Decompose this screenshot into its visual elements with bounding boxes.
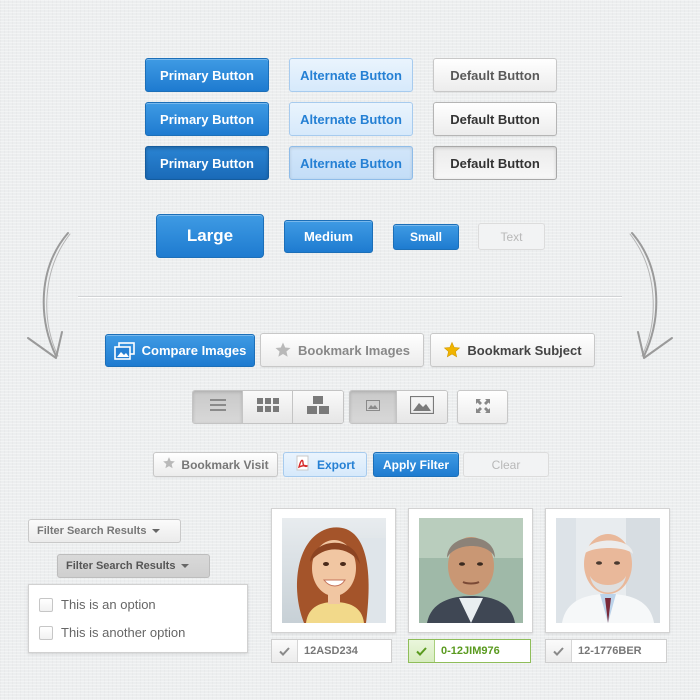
subject-photo-card[interactable] [408,508,533,633]
subject-photo [419,518,523,623]
checkbox[interactable] [39,625,53,640]
default-button[interactable]: Default Button [433,58,557,92]
filter-options-panel: This is an option This is another option [28,584,248,653]
alternate-button[interactable]: Alternate Button [289,58,413,92]
default-button-hover[interactable]: Default Button [433,102,557,136]
option-item[interactable]: This is an option [39,597,156,612]
bookmark-visit-label: Bookmark Visit [181,457,269,472]
subject-id-tag-selected[interactable]: 0-12JIM976 [408,639,531,663]
subject-id-tag[interactable]: 12ASD234 [271,639,392,663]
export-button[interactable]: Export [283,452,367,477]
subject-id-tag[interactable]: 12-1776BER [545,639,667,663]
right-curved-arrow [629,232,673,359]
large-button[interactable]: Large [156,214,264,258]
small-image-button[interactable] [350,391,397,423]
grid-view-icon [256,397,279,417]
dropdown-label: Filter Search Results [37,525,147,537]
compare-images-icon [113,341,136,360]
alternate-button-pressed[interactable]: Alternate Button [289,146,413,180]
small-button[interactable]: Small [393,224,459,250]
tiles-view-button[interactable] [293,391,343,423]
clear-button[interactable]: Clear [463,452,549,477]
chevron-down-icon [152,529,161,533]
left-curved-arrow [27,232,71,359]
apply-filter-button[interactable]: Apply Filter [373,452,459,477]
large-image-button[interactable] [397,391,447,423]
grid-view-button[interactable] [243,391,293,423]
tiles-view-icon [307,395,329,419]
dropdown-label: Filter Search Results [66,560,176,572]
compare-images-button[interactable]: Compare Images [105,334,255,367]
image-size-toggle-group [349,390,448,424]
bookmark-visit-button[interactable]: Bookmark Visit [153,452,278,477]
list-view-button[interactable] [193,391,243,423]
primary-button[interactable]: Primary Button [145,58,269,92]
text-button[interactable]: Text [478,223,545,250]
small-image-icon [366,398,380,416]
star-outline-icon [274,341,292,359]
fullscreen-icon [475,398,491,417]
chevron-down-icon [181,564,190,568]
layout-toggle-group [192,390,344,424]
bookmark-subject-button[interactable]: Bookmark Subject [430,333,595,367]
export-label: Export [316,457,355,472]
filter-search-results-dropdown-open[interactable]: Filter Search Results [57,554,210,578]
bookmark-subject-label: Bookmark Subject [467,342,582,358]
pdf-icon [295,455,311,474]
subject-photo [556,518,660,623]
alternate-button-hover[interactable]: Alternate Button [289,102,413,136]
star-outline-icon [162,456,176,473]
default-button-pressed[interactable]: Default Button [433,146,557,180]
section-divider [78,296,622,297]
bookmark-images-button[interactable]: Bookmark Images [260,333,424,367]
subject-photo-card[interactable] [545,508,670,633]
subject-photo [282,518,386,623]
option-item[interactable]: This is another option [39,625,185,640]
compare-images-label: Compare Images [141,343,247,358]
option-label: This is an option [61,597,156,612]
fullscreen-button[interactable] [457,390,508,424]
subject-photo-card[interactable] [271,508,396,633]
option-label: This is another option [61,625,186,640]
checkbox[interactable] [39,597,53,612]
star-filled-icon [443,341,461,359]
check-icon [546,640,572,662]
filter-search-results-dropdown[interactable]: Filter Search Results [28,519,181,543]
subject-id: 12ASD234 [304,645,358,657]
primary-button-pressed[interactable]: Primary Button [145,146,269,180]
bookmark-images-label: Bookmark Images [298,342,410,358]
subject-id: 12-1776BER [578,645,642,657]
subject-id: 0-12JIM976 [441,645,500,657]
primary-button-hover[interactable]: Primary Button [145,102,269,136]
large-image-icon [409,395,435,419]
list-view-icon [209,398,226,416]
medium-button[interactable]: Medium [284,220,373,253]
check-icon [409,640,435,662]
check-icon [272,640,298,662]
